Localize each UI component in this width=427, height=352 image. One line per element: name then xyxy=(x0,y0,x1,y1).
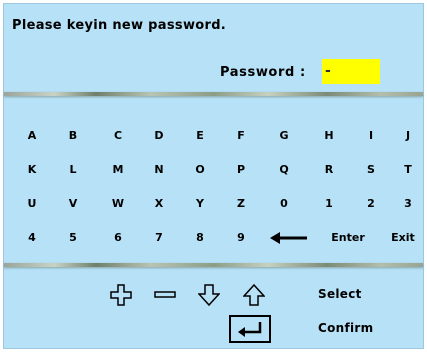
select-label: Select xyxy=(318,287,362,301)
key-n[interactable]: N xyxy=(144,161,174,179)
prompt-text: Please keyin new password. xyxy=(12,18,227,33)
key-7[interactable]: 7 xyxy=(144,229,174,247)
backspace-arrow-icon[interactable] xyxy=(270,230,308,246)
key-g[interactable]: G xyxy=(269,127,299,145)
password-label: Password : xyxy=(220,65,306,80)
enter-key-icon[interactable] xyxy=(229,315,271,343)
key-y[interactable]: Y xyxy=(185,195,215,213)
password-dialog: Please keyin new password. Password : - … xyxy=(3,3,424,349)
key-s[interactable]: S xyxy=(356,161,386,179)
key-v[interactable]: V xyxy=(58,195,88,213)
key-i[interactable]: I xyxy=(356,127,386,145)
key-t[interactable]: T xyxy=(393,161,423,179)
key-u[interactable]: U xyxy=(17,195,47,213)
key-d[interactable]: D xyxy=(144,127,174,145)
minus-icon[interactable] xyxy=(154,285,176,305)
key-k[interactable]: K xyxy=(17,161,47,179)
key-9[interactable]: 9 xyxy=(226,229,256,247)
key-q[interactable]: Q xyxy=(269,161,299,179)
key-z[interactable]: Z xyxy=(226,195,256,213)
confirm-label: Confirm xyxy=(318,321,374,335)
key-o[interactable]: O xyxy=(185,161,215,179)
key-m[interactable]: M xyxy=(103,161,133,179)
key-3[interactable]: 3 xyxy=(393,195,423,213)
key-1[interactable]: 1 xyxy=(314,195,344,213)
key-8[interactable]: 8 xyxy=(185,229,215,247)
key-5[interactable]: 5 xyxy=(58,229,88,247)
key-w[interactable]: W xyxy=(103,195,133,213)
key-l[interactable]: L xyxy=(58,161,88,179)
down-arrow-icon[interactable] xyxy=(198,284,220,306)
plus-icon[interactable] xyxy=(110,284,132,306)
key-j[interactable]: J xyxy=(393,127,423,145)
key-a[interactable]: A xyxy=(17,127,47,145)
key-r[interactable]: R xyxy=(314,161,344,179)
key-exit[interactable]: Exit xyxy=(381,229,425,247)
password-input[interactable]: - xyxy=(322,59,380,84)
key-x[interactable]: X xyxy=(144,195,174,213)
key-f[interactable]: F xyxy=(226,127,256,145)
key-6[interactable]: 6 xyxy=(103,229,133,247)
divider-top xyxy=(4,92,423,96)
key-0[interactable]: 0 xyxy=(269,195,299,213)
key-enter[interactable]: Enter xyxy=(326,229,370,247)
key-e[interactable]: E xyxy=(185,127,215,145)
key-2[interactable]: 2 xyxy=(356,195,386,213)
up-arrow-icon[interactable] xyxy=(243,284,265,306)
key-h[interactable]: H xyxy=(314,127,344,145)
divider-bottom xyxy=(4,263,423,267)
key-4[interactable]: 4 xyxy=(17,229,47,247)
key-c[interactable]: C xyxy=(103,127,133,145)
key-p[interactable]: P xyxy=(226,161,256,179)
key-b[interactable]: B xyxy=(58,127,88,145)
